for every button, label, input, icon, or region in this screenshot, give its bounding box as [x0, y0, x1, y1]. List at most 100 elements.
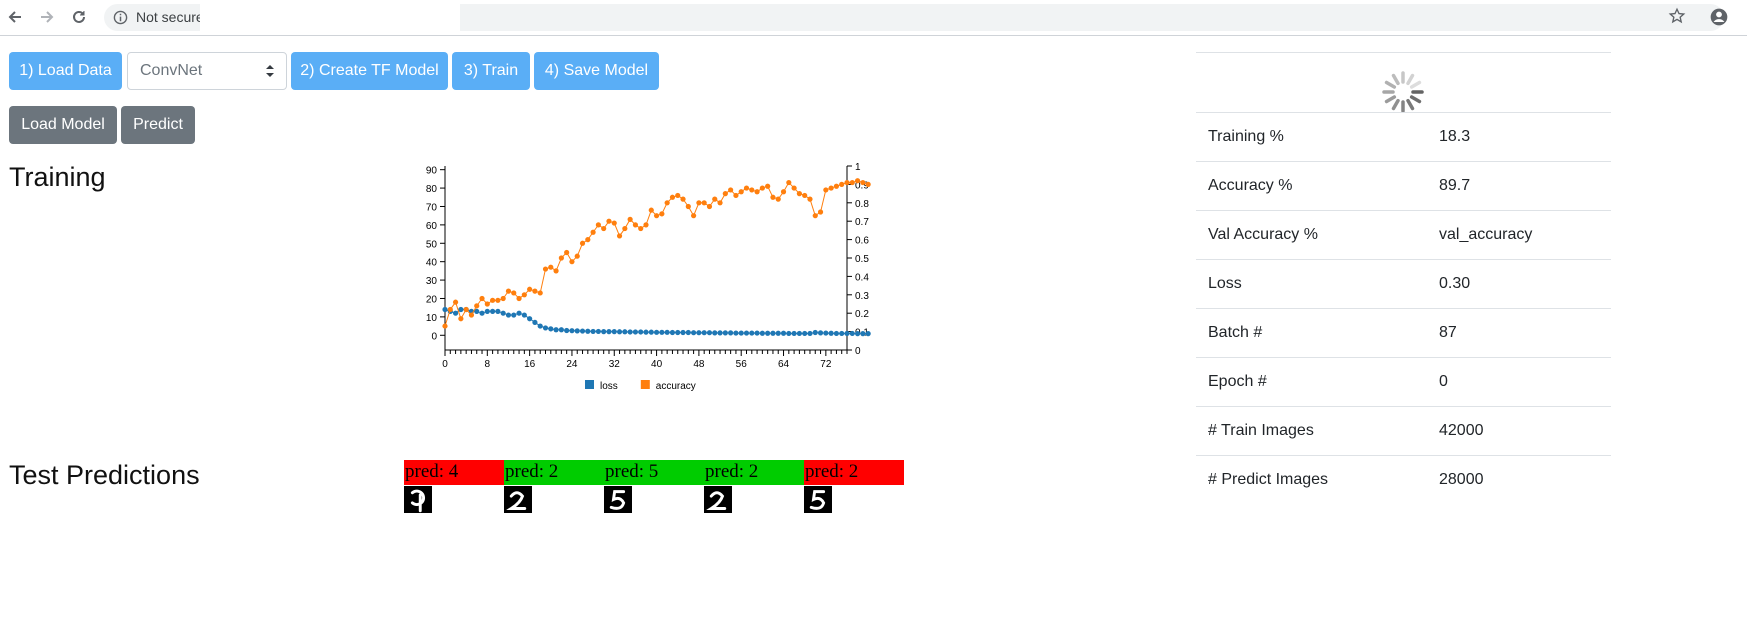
- accuracy-legend-swatch: [640, 380, 650, 389]
- accuracy-point: [833, 183, 840, 189]
- train-button[interactable]: 3) Train: [452, 52, 530, 90]
- predict-button[interactable]: Predict: [121, 106, 195, 144]
- accuracy-point: [648, 207, 654, 213]
- stat-row: # Predict Images 28000: [1196, 455, 1611, 504]
- accuracy-point: [463, 306, 469, 313]
- star-icon[interactable]: [1668, 7, 1686, 30]
- loss-point: [817, 330, 824, 336]
- loss-point: [442, 306, 448, 313]
- stat-value: 0: [1439, 373, 1448, 390]
- accuracy-point: [685, 203, 691, 210]
- digit-image: [404, 486, 432, 513]
- accuracy-point: [452, 299, 459, 305]
- y-right-tick-label: 0.4: [855, 272, 869, 283]
- y-left-tick-label: 50: [426, 239, 438, 250]
- loss-point: [828, 330, 834, 336]
- accuracy-point: [664, 200, 670, 206]
- loss-point: [601, 329, 607, 335]
- loss-point: [521, 312, 527, 318]
- loss-point: [754, 330, 760, 336]
- accuracy-point: [458, 316, 464, 322]
- y-left-tick-label: 30: [426, 276, 438, 287]
- accuracy-point: [780, 189, 787, 195]
- load-model-button[interactable]: Load Model: [9, 106, 117, 144]
- stat-label: # Train Images: [1208, 422, 1314, 439]
- accuracy-point: [484, 301, 490, 307]
- accuracy-point: [860, 179, 866, 186]
- x-tick-label: 0: [442, 359, 448, 370]
- accuracy-point: [696, 200, 702, 206]
- model-select-value: ConvNet: [140, 62, 203, 79]
- accuracy-point: [521, 292, 527, 298]
- accuracy-point: [775, 196, 781, 202]
- browser-toolbar: Not secure: [0, 0, 1747, 36]
- loss-point: [553, 327, 559, 333]
- loss-point: [780, 330, 787, 336]
- loss-point: [791, 330, 797, 337]
- loss-point: [653, 329, 660, 335]
- forward-arrow-icon[interactable]: [36, 6, 58, 28]
- loss-point: [738, 330, 744, 336]
- accuracy-point: [616, 233, 623, 239]
- accuracy-point: [622, 225, 628, 232]
- save-model-button[interactable]: 4) Save Model: [534, 52, 659, 90]
- address-redaction: [200, 4, 460, 31]
- load-data-button[interactable]: 1) Load Data: [9, 52, 122, 90]
- stat-label: Batch #: [1208, 324, 1263, 341]
- stat-value: 42000: [1439, 422, 1484, 439]
- test-predictions-title: Test Predictions: [9, 460, 200, 490]
- info-icon[interactable]: [113, 10, 128, 30]
- loss-point: [479, 310, 485, 316]
- stat-label: Loss: [1208, 275, 1242, 292]
- accuracy-point: [743, 185, 750, 191]
- accuracy-legend-label: accuracy: [656, 381, 696, 392]
- address-text: Not secure: [136, 9, 200, 25]
- address-bar[interactable]: Not secure: [104, 4, 1724, 31]
- training-title: Training: [9, 162, 106, 192]
- accuracy-point: [812, 213, 818, 219]
- accuracy-point: [759, 185, 765, 191]
- accuracy-point: [595, 222, 601, 228]
- loss-point: [802, 330, 808, 337]
- loss-point: [537, 323, 543, 329]
- back-arrow-icon[interactable]: [4, 6, 26, 28]
- accuracy-point: [516, 295, 522, 302]
- y-right-tick-label: 0.3: [855, 291, 869, 302]
- x-tick-label: 8: [485, 359, 491, 370]
- model-select[interactable]: ConvNet: [127, 52, 287, 90]
- stat-label: Training %: [1208, 128, 1284, 145]
- stat-row: Accuracy % 89.7: [1196, 161, 1611, 210]
- accuracy-point: [765, 183, 771, 189]
- stat-row: Training % 18.3: [1196, 112, 1611, 161]
- accuracy-point: [585, 237, 591, 243]
- loss-point: [691, 330, 697, 336]
- loss-point: [574, 328, 580, 334]
- loss-point: [701, 330, 707, 336]
- reload-icon[interactable]: [68, 6, 90, 28]
- y-right-tick-label: 0.8: [855, 199, 869, 210]
- accuracy-point: [680, 196, 686, 202]
- y-left-tick-label: 10: [426, 313, 438, 324]
- loss-point: [564, 327, 570, 334]
- x-tick-label: 16: [524, 359, 536, 370]
- loss-point: [717, 330, 723, 336]
- y-left-tick-label: 20: [426, 294, 438, 305]
- stat-label: Val Accuracy %: [1208, 226, 1318, 243]
- loss-point: [500, 310, 506, 316]
- stat-label: Epoch #: [1208, 373, 1267, 390]
- loss-point: [854, 331, 861, 337]
- accuracy-point: [564, 249, 570, 256]
- loss-point: [569, 328, 575, 334]
- accuracy-point: [632, 222, 639, 228]
- accuracy-point: [701, 200, 707, 206]
- accuracy-point: [733, 192, 739, 199]
- create-model-button[interactable]: 2) Create TF Model: [291, 52, 448, 90]
- loss-point: [685, 329, 691, 336]
- stats-table: Training % 18.3 Accuracy % 89.7 Val Accuracy…: [1196, 52, 1611, 504]
- loss-point: [611, 329, 617, 335]
- y-left-tick-label: 70: [426, 202, 438, 213]
- accuracy-point: [722, 191, 728, 197]
- profile-icon[interactable]: [1709, 7, 1729, 32]
- accuracy-point: [807, 196, 813, 202]
- loading-spinner-icon: [1382, 71, 1424, 113]
